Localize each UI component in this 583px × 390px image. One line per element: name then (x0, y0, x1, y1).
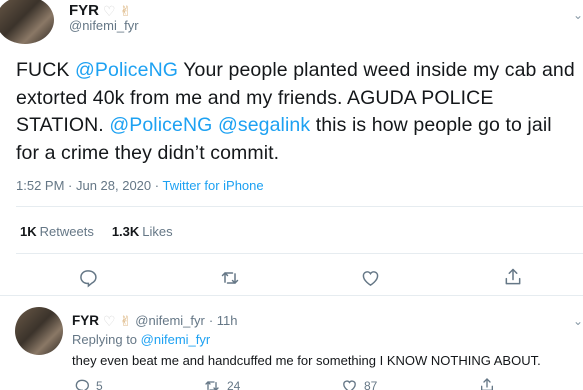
retweets-count: 1K (20, 224, 37, 239)
reply-icon (75, 379, 90, 390)
tweet-actions (0, 264, 583, 292)
retweet-icon (205, 381, 219, 390)
like-button[interactable] (360, 268, 381, 288)
main-tweet: FYR ♡ ✌ @nifemi_fyr ⌄ FUCK @PoliceNG You… (0, 0, 583, 296)
reply-count: 5 (96, 379, 103, 390)
reply-button[interactable] (78, 268, 98, 288)
author-handle[interactable]: @nifemi_fyr (69, 18, 139, 33)
chevron-down-icon[interactable]: ⌄ (573, 8, 583, 22)
victory-hand-emoji-icon: ✌ (119, 312, 132, 329)
reply-author-display-name[interactable]: FYR (72, 313, 99, 328)
reply-reply-button[interactable]: 5 (74, 378, 103, 390)
reply-name-row: FYR ♡ ✌ @nifemi_fyr · 11h (72, 313, 238, 328)
replying-to-handle[interactable]: @nifemi_fyr (141, 332, 211, 347)
retweets-stat[interactable]: 1K Retweets (20, 224, 94, 239)
mention-link[interactable]: @PoliceNG (109, 114, 212, 136)
reply-like-button[interactable]: 87 (341, 378, 377, 390)
reply-share-button[interactable] (479, 377, 495, 390)
mention-link[interactable]: @segalink (218, 114, 310, 136)
like-count: 87 (364, 379, 378, 390)
divider (16, 206, 583, 207)
retweet-button[interactable] (219, 268, 241, 288)
tweet-text-segment: FUCK (16, 59, 75, 81)
tweet-meta: 1:52 PM · Jun 28, 2020 · Twitter for iPh… (16, 178, 264, 193)
author-name-row: FYR ♡ ✌ (69, 2, 131, 19)
author-avatar[interactable] (0, 0, 54, 44)
reply-actions: 5 24 87 (0, 374, 583, 390)
reply-author-handle[interactable]: @nifemi_fyr (135, 313, 205, 328)
chevron-down-icon[interactable]: ⌄ (573, 314, 583, 328)
likes-stat[interactable]: 1.3K Likes (112, 224, 173, 239)
replying-to: Replying to @nifemi_fyr (72, 332, 210, 347)
retweets-label: Retweets (39, 224, 94, 239)
author-display-name[interactable]: FYR (69, 2, 99, 19)
share-icon (505, 268, 521, 285)
retweet-icon (221, 272, 239, 284)
tweet-source-link[interactable]: Twitter for iPhone (162, 178, 263, 193)
reply-text: they even beat me and handcuffed me for … (72, 353, 541, 368)
divider (16, 253, 583, 254)
reply-retweet-button[interactable]: 24 (203, 378, 240, 390)
replying-to-label: Replying to (72, 332, 141, 347)
white-heart-emoji-icon: ♡ (103, 312, 116, 329)
mention-link[interactable]: @PoliceNG (75, 59, 178, 81)
tweet-timestamp[interactable]: 1:52 PM · Jun 28, 2020 · (16, 178, 162, 193)
tweet-stats: 1K Retweets 1.3K Likes (20, 224, 173, 239)
victory-hand-emoji-icon: ✌ (119, 2, 132, 19)
share-button[interactable] (503, 267, 523, 287)
likes-count: 1.3K (111, 224, 140, 239)
reply-author-avatar[interactable] (15, 307, 63, 355)
retweet-count: 24 (227, 379, 241, 390)
like-icon (362, 271, 379, 286)
reply-time[interactable]: · 11h (209, 313, 238, 328)
reply-icon (80, 270, 97, 288)
like-icon (343, 380, 356, 390)
white-heart-emoji-icon: ♡ (103, 2, 116, 19)
likes-label: Likes (142, 224, 173, 239)
share-icon (481, 378, 493, 390)
tweet-text: FUCK @PoliceNG Your people planted weed … (16, 57, 576, 167)
